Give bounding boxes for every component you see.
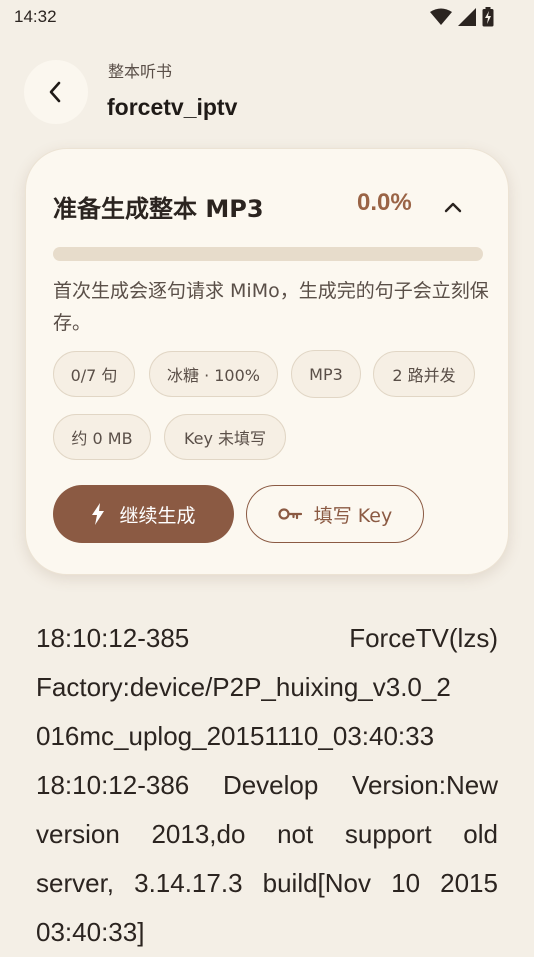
lightning-icon [92, 503, 105, 525]
log-line: Factory:device/P2P_huixing_v3.0_2 [36, 663, 498, 712]
enter-key-label: 填写 Key [313, 504, 393, 527]
header-subtitle: 整本听书 [108, 62, 173, 81]
chip-key-status: Key 未填写 [164, 414, 286, 460]
log-word: 18:10:12-386 [36, 770, 190, 800]
log-word: ForceTV(lzs) [349, 623, 498, 653]
log-text: 18:10:12-385 ForceTV(lzs) Factory:device/P… [36, 614, 498, 957]
log-line: 03:40:33] [36, 908, 498, 957]
enter-key-button[interactable]: 填写 Key [246, 485, 424, 543]
back-button[interactable] [24, 60, 88, 124]
log-word: 18:10:12-385 [36, 623, 190, 653]
back-arrow-icon [49, 81, 61, 103]
chevron-up-icon [444, 202, 462, 213]
chip-format[interactable]: MP3 [291, 350, 361, 398]
log-word: version [36, 819, 120, 849]
log-word: 2015 [440, 868, 498, 898]
status-bar: 14:32 [0, 0, 534, 36]
log-word: 3.14.17.3 [134, 868, 243, 898]
log-line: 18:10:12-386 Develop Version:New [36, 761, 498, 810]
header: 整本听书 forcetv_iptv [0, 56, 534, 126]
log-word: 2013,do [151, 819, 246, 849]
log-line: version 2013,do not support old [36, 810, 498, 859]
log-word: 10 [391, 868, 421, 898]
status-icons [430, 7, 494, 27]
log-line: 18:10:12-385 ForceTV(lzs) [36, 614, 498, 663]
card-title: 准备生成整本 MP3 [53, 195, 264, 223]
status-time: 14:32 [14, 7, 57, 26]
page-title: forcetv_iptv [107, 94, 238, 120]
continue-generate-label: 继续生成 [119, 504, 196, 527]
collapse-button[interactable] [438, 192, 468, 222]
log-word: Factory:device/P2P_huixing_v3.0_2 [36, 672, 451, 702]
log-word: support [344, 819, 432, 849]
battery-icon [482, 7, 494, 27]
chip-size: 约 0 MB [53, 414, 151, 460]
progress-bar [53, 247, 483, 261]
key-icon [278, 508, 302, 520]
wifi-icon [430, 8, 452, 25]
chip-concurrency[interactable]: 2 路并发 [373, 351, 475, 397]
chip-sentence-count: 0/7 句 [53, 351, 135, 397]
log-word: old [463, 819, 498, 849]
log-word: server, [36, 868, 115, 898]
log-line: 016mc_uplog_20151110_03:40:33 [36, 712, 498, 761]
progress-percent: 0.0% [357, 189, 412, 216]
card-description: 首次生成会逐句请求 MiMo，生成完的句子会立刻保存。 [53, 280, 489, 334]
log-word: not [277, 819, 314, 849]
log-word: Develop [222, 770, 319, 800]
log-word: 016mc_uplog_20151110_03:40:33 [36, 721, 435, 751]
log-word: 03:40:33] [36, 917, 145, 947]
signal-icon [458, 8, 476, 26]
generation-card: 准备生成整本 MP3 0.0% 首次生成会逐句请求 MiMo，生成完的句子会立刻… [25, 148, 509, 575]
log-word: Version:New [352, 770, 498, 800]
chip-voice[interactable]: 冰糖 · 100% [149, 351, 278, 397]
log-line: server, 3.14.17.3 build[Nov 10 2015 [36, 859, 498, 908]
continue-generate-button[interactable]: 继续生成 [53, 485, 234, 543]
log-word: build[Nov [262, 868, 372, 898]
